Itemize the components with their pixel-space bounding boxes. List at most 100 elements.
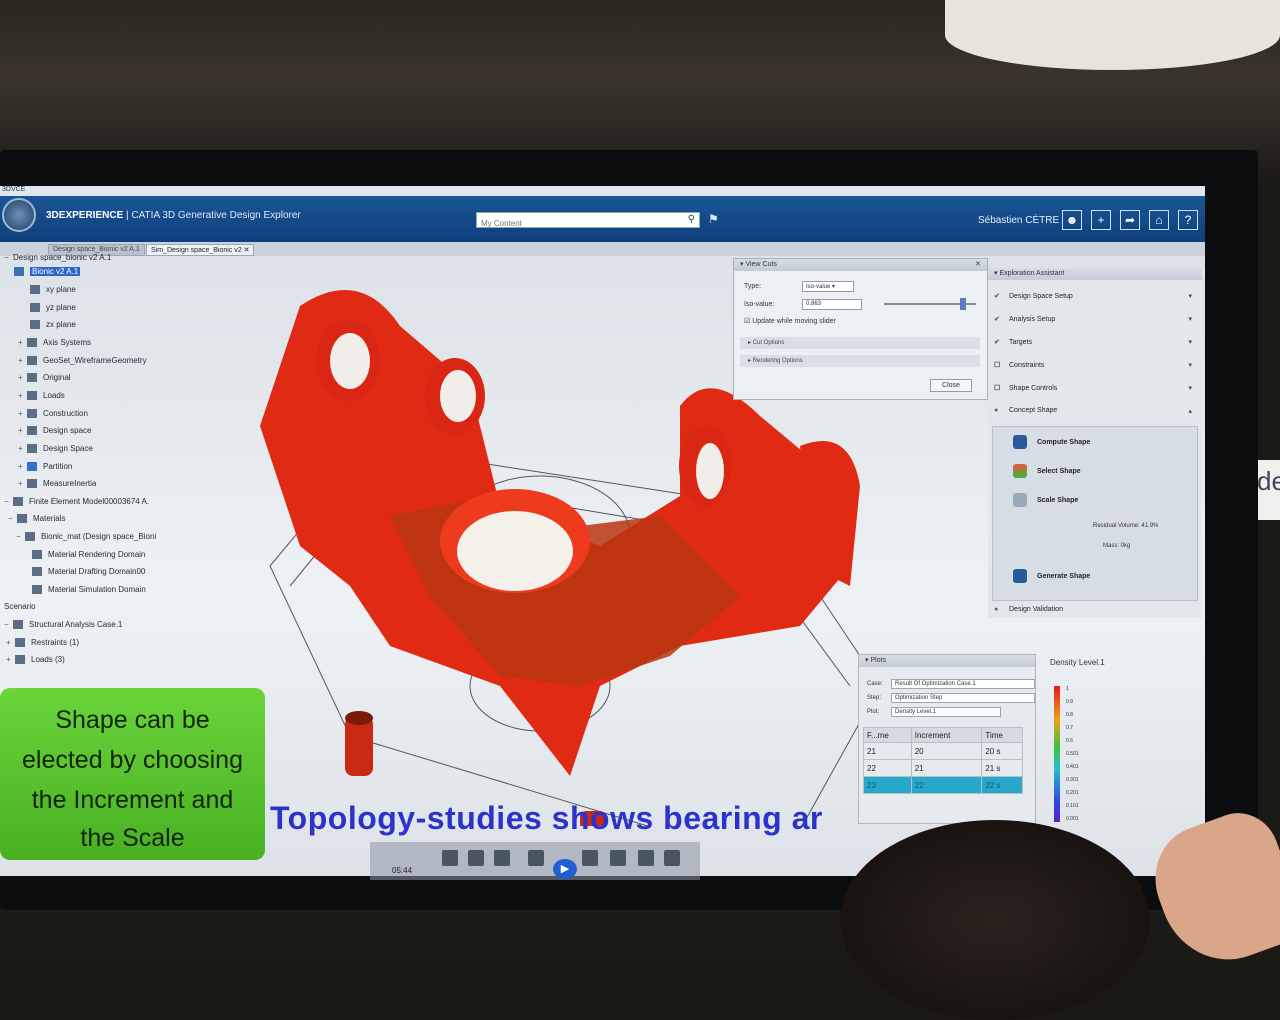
- help-icon[interactable]: ?: [1178, 210, 1198, 230]
- tree-item[interactable]: + Axis Systems: [18, 337, 91, 349]
- user-avatar-icon[interactable]: ☻: [1062, 210, 1082, 230]
- tree-scenario[interactable]: Scenario: [4, 601, 36, 613]
- axis-icon[interactable]: [638, 850, 654, 866]
- step-design-validation[interactable]: ● Design Validation: [994, 606, 1063, 613]
- compass-icon[interactable]: [2, 198, 36, 232]
- select-shape-icon: [1013, 464, 1027, 478]
- compute-shape-button[interactable]: Compute Shape: [1013, 435, 1090, 449]
- check-icon: ✔: [994, 339, 1000, 346]
- search-icon[interactable]: ⚲: [688, 214, 695, 225]
- column-header[interactable]: Time: [981, 727, 1023, 743]
- app-title: 3DEXPERIENCE | CATIA 3D Generative Desig…: [46, 210, 301, 221]
- specification-tree: − Design space_bionic v2 A.1 Bionic v2 A.…: [0, 252, 180, 692]
- type-select[interactable]: Iso-value ▾: [802, 281, 854, 292]
- add-icon[interactable]: +: [1091, 210, 1111, 230]
- tree-item[interactable]: + Original: [18, 372, 71, 384]
- tree-material-item[interactable]: Material Rendering Domain: [32, 549, 145, 561]
- tree-material-item[interactable]: Material Simulation Domain: [32, 584, 146, 596]
- scissors-icon[interactable]: [442, 850, 458, 866]
- tree-materials[interactable]: − Materials: [8, 513, 65, 525]
- tree-item-label: Material Simulation Domain: [48, 585, 146, 594]
- tree-item[interactable]: + Construction: [18, 408, 88, 420]
- step-select[interactable]: Optimization Step: [891, 693, 1035, 703]
- checkbox-checked-icon[interactable]: ☑: [744, 318, 750, 325]
- scale-shape-button[interactable]: Scale Shape: [1013, 493, 1078, 507]
- tree-item[interactable]: + Design Space: [18, 443, 93, 455]
- iso-value-field[interactable]: 0.863: [802, 299, 862, 310]
- step-analysis-setup[interactable]: ✔ Analysis Setup: [994, 315, 1055, 323]
- search-box[interactable]: ⚲: [476, 212, 700, 231]
- tree-item[interactable]: + Partition: [18, 461, 72, 473]
- table-cell: 22: [910, 776, 983, 794]
- home-icon[interactable]: ⌂: [1149, 210, 1169, 230]
- tree-item-label: Bionic_mat (Design space_Bioni: [41, 532, 157, 541]
- rendering-options-header[interactable]: ▸ Rendering Options: [740, 355, 980, 367]
- view-cuts-panel: ▾ View Cuts ✕ Type: Iso-value ▾ Iso-value…: [733, 258, 988, 400]
- tree-material-item[interactable]: Material Drafting Domain00: [32, 566, 145, 578]
- plot-select[interactable]: Density Level.1: [891, 707, 1001, 717]
- chevron-down-icon[interactable]: ▾: [1188, 361, 1192, 369]
- share-icon[interactable]: ➦: [1120, 210, 1140, 230]
- column-header[interactable]: F...me: [863, 727, 912, 743]
- density-label: 0.9: [1066, 699, 1073, 705]
- iso-slider[interactable]: [884, 298, 976, 310]
- case-select[interactable]: Result Of Optimization Case.1: [891, 679, 1035, 689]
- cut-options-header[interactable]: ▸ Cut Options: [740, 337, 980, 349]
- step-design-space-setup[interactable]: ✔ Design Space Setup: [994, 292, 1073, 300]
- tree-item[interactable]: + GeoSet_WireframeGeometry: [18, 355, 147, 367]
- tree-loads[interactable]: + Loads (3): [6, 654, 65, 666]
- tree-item[interactable]: zx plane: [30, 319, 76, 331]
- search-input[interactable]: [477, 216, 677, 231]
- select-shape-button[interactable]: Select Shape: [1013, 464, 1081, 478]
- step-constraints[interactable]: ☐ Constraints: [994, 361, 1044, 369]
- column-header[interactable]: Increment: [910, 727, 983, 743]
- paste-icon[interactable]: [494, 850, 510, 866]
- generate-shape-button[interactable]: Generate Shape: [1013, 569, 1090, 583]
- table-row-selected[interactable]: 23 22 22 s: [863, 776, 1023, 794]
- step-label: Analysis Setup: [1009, 316, 1056, 323]
- measure-icon[interactable]: [610, 850, 626, 866]
- table-cell: 21: [863, 742, 912, 760]
- table-row[interactable]: 21 20 20 s: [863, 742, 1023, 760]
- chevron-up-icon[interactable]: ▴: [1188, 407, 1192, 415]
- copy-icon[interactable]: [468, 850, 484, 866]
- title-strip: 3DVCE: [0, 186, 1205, 196]
- tree-material-item[interactable]: − Bionic_mat (Design space_Bioni: [16, 531, 156, 543]
- close-button[interactable]: Close: [930, 379, 972, 392]
- tree-item[interactable]: + Design space: [18, 425, 91, 437]
- tree-item[interactable]: + MeasureInertia: [18, 478, 96, 490]
- step-concept-shape[interactable]: ● Concept Shape: [994, 407, 1057, 414]
- slider-handle[interactable]: [960, 298, 966, 310]
- tree-item-label: zx plane: [46, 320, 76, 329]
- type-value: Iso-value: [806, 284, 831, 290]
- table-row[interactable]: 22 21 21 s: [863, 759, 1023, 777]
- tree-item-label: xy plane: [46, 285, 76, 294]
- chevron-down-icon[interactable]: ▾: [1188, 315, 1192, 323]
- undo-icon[interactable]: [528, 850, 544, 866]
- tree-fem[interactable]: − Finite Element Model00003674 A.: [4, 496, 149, 508]
- play-icon[interactable]: ▶: [553, 859, 577, 879]
- tree-item[interactable]: + Loads: [18, 390, 65, 402]
- tree-item[interactable]: xy plane: [30, 284, 76, 296]
- tree-item-label: Design space: [43, 426, 92, 435]
- tree-root[interactable]: − Design space_bionic v2 A.1: [4, 252, 111, 264]
- tree-restraints[interactable]: + Restraints (1): [6, 637, 79, 649]
- update-checkbox-row[interactable]: ☑ Update while moving slider: [744, 317, 836, 325]
- generate-icon: [1013, 569, 1027, 583]
- tree-case[interactable]: − Structural Analysis Case.1: [4, 619, 122, 631]
- user-name[interactable]: Sébastien CÈTRE: [978, 215, 1059, 226]
- caption-box: Shape can be elected by choosing the Inc…: [0, 688, 265, 860]
- chevron-down-icon[interactable]: ▾: [1188, 292, 1192, 300]
- close-icon[interactable]: ✕: [975, 260, 981, 268]
- tree-item[interactable]: yz plane: [30, 302, 76, 314]
- step-targets[interactable]: ✔ Targets: [994, 338, 1032, 346]
- tag-icon[interactable]: ⚑: [708, 212, 719, 226]
- chevron-down-icon[interactable]: ▾: [1188, 384, 1192, 392]
- tree-selected-row[interactable]: Bionic v2 A.1: [14, 266, 81, 278]
- plots-panel: ▾ Plots Case: Result Of Optimization Cas…: [858, 654, 1036, 824]
- plots-header: ▾ Plots: [859, 655, 1035, 667]
- step-shape-controls[interactable]: ☐ Shape Controls: [994, 384, 1057, 392]
- display-icon[interactable]: [664, 850, 680, 866]
- chevron-down-icon[interactable]: ▾: [1188, 338, 1192, 346]
- render-icon[interactable]: [582, 850, 598, 866]
